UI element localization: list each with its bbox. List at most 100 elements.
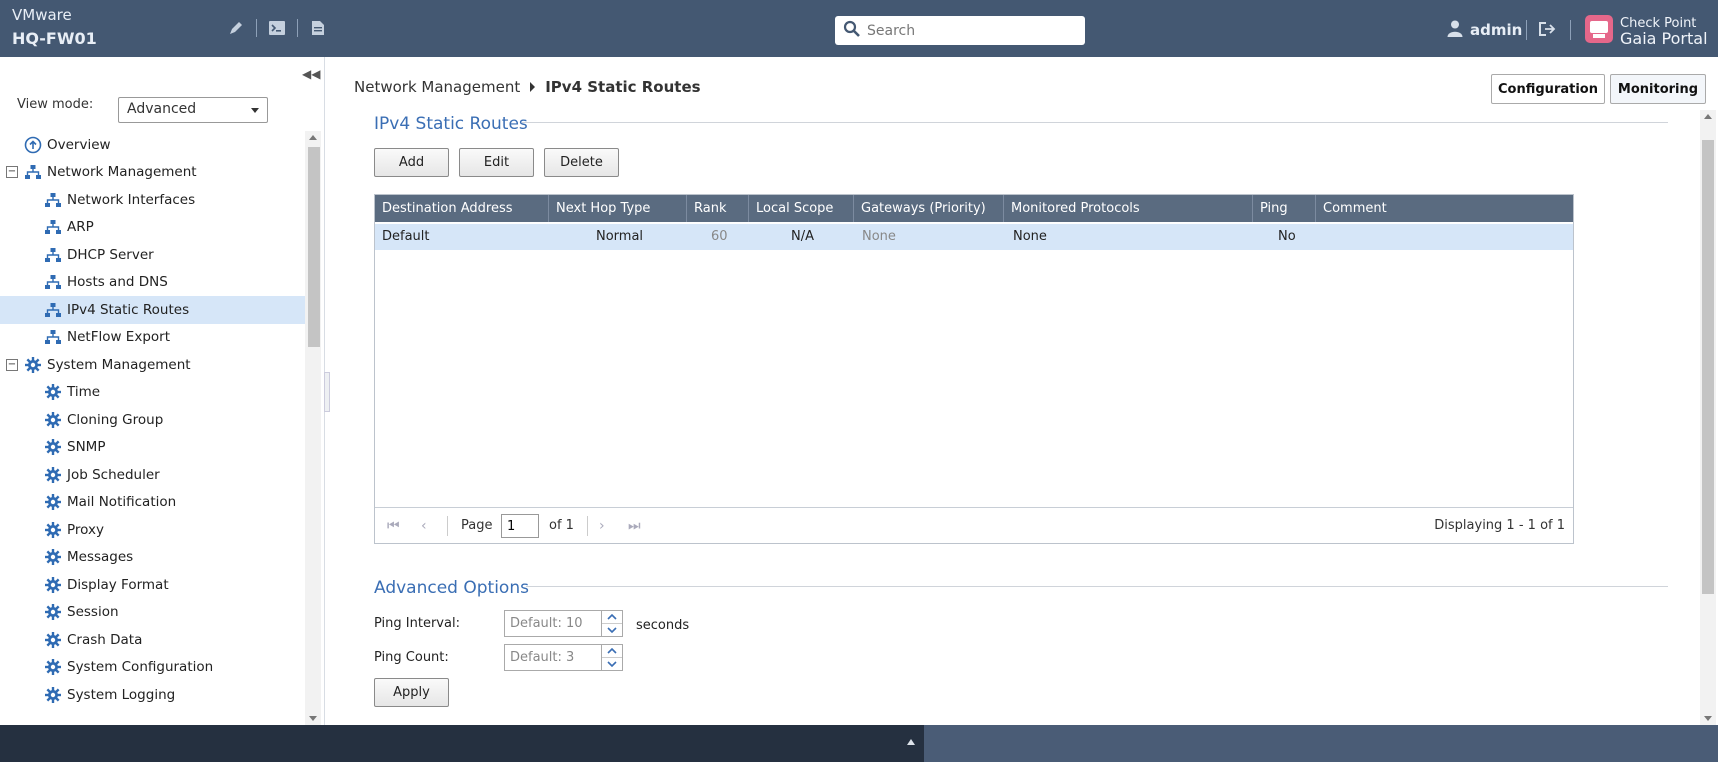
checkpoint-logo: Check Point Gaia Portal xyxy=(1584,14,1708,48)
column-header-next-hop-type[interactable]: Next Hop Type xyxy=(549,195,687,222)
cell-destination: Default xyxy=(382,229,430,244)
sidebar-item-hosts-and-dns[interactable]: Hosts and DNS xyxy=(0,269,305,297)
pencil-icon[interactable] xyxy=(226,18,246,38)
network-icon xyxy=(44,191,62,209)
sidebar-scroll-thumb[interactable] xyxy=(308,147,320,347)
sidebar-splitter[interactable] xyxy=(324,372,330,412)
configuration-button[interactable]: Configuration xyxy=(1491,74,1605,104)
next-page-icon[interactable]: › xyxy=(599,518,605,534)
sidebar-item-ipv4-static-routes[interactable]: IPv4 Static Routes xyxy=(0,296,305,324)
gear-icon xyxy=(44,658,62,676)
cell-monitored-protocols: None xyxy=(1013,229,1047,244)
edit-route-button[interactable]: Edit xyxy=(459,148,534,177)
ping-count-input[interactable] xyxy=(505,645,601,670)
breadcrumb-parent[interactable]: Network Management xyxy=(354,78,520,96)
column-header-monitored-protocols[interactable]: Monitored Protocols xyxy=(1004,195,1253,222)
main-scroll-thumb[interactable] xyxy=(1702,140,1714,594)
column-header-ping[interactable]: Ping xyxy=(1253,195,1316,222)
sidebar-item-dhcp-server[interactable]: DHCP Server xyxy=(0,241,305,269)
checkpoint-logo-text: Check Point Gaia Portal xyxy=(1620,16,1708,47)
sidebar-item-crash-data[interactable]: Crash Data xyxy=(0,626,305,654)
apply-button[interactable]: Apply xyxy=(374,678,449,707)
add-route-button[interactable]: Add xyxy=(374,148,449,177)
gear-icon xyxy=(44,686,62,704)
sidebar-item-display-format[interactable]: Display Format xyxy=(0,571,305,599)
scroll-down-icon[interactable] xyxy=(309,716,317,721)
sidebar-item-overview[interactable]: Overview xyxy=(0,131,305,159)
sidebar-item-label: Cloning Group xyxy=(67,411,164,428)
sidebar-item-label: Overview xyxy=(47,136,111,153)
advanced-options-title: Advanced Options xyxy=(374,578,529,598)
decrement-icon[interactable] xyxy=(602,658,622,670)
sidebar-item-network-management[interactable]: − Network Management xyxy=(0,159,305,187)
collapse-sidebar-icon[interactable]: ◀◀ xyxy=(302,67,320,81)
table-row[interactable]: Default Normal 60 N/A None None No xyxy=(375,224,1573,250)
footer-bar xyxy=(0,725,924,762)
document-icon[interactable] xyxy=(308,18,328,38)
ping-count-stepper[interactable] xyxy=(504,644,623,671)
increment-icon[interactable] xyxy=(602,611,622,624)
sidebar-item-label: SNMP xyxy=(67,439,106,456)
collapse-node-icon[interactable]: − xyxy=(6,358,18,371)
collapse-node-icon[interactable]: − xyxy=(6,166,18,179)
sidebar-item-session[interactable]: Session xyxy=(0,599,305,627)
terminal-icon[interactable] xyxy=(267,18,287,38)
column-header-destination[interactable]: Destination Address xyxy=(375,195,549,222)
chevron-up-icon[interactable] xyxy=(907,739,915,745)
sidebar-item-netflow-export[interactable]: NetFlow Export xyxy=(0,324,305,352)
increment-icon[interactable] xyxy=(602,645,622,658)
scroll-up-icon[interactable] xyxy=(1704,114,1712,119)
pager-divider xyxy=(587,516,588,536)
navigation-tree: Overview − Network Management Network Inter… xyxy=(0,131,305,709)
header-divider xyxy=(1570,20,1571,40)
ping-count-spin-buttons xyxy=(601,645,622,670)
page-number-input[interactable] xyxy=(501,514,539,538)
sidebar-item-label: Time xyxy=(67,384,101,401)
sidebar-item-proxy[interactable]: Proxy xyxy=(0,516,305,544)
sidebar-item-network-interfaces[interactable]: Network Interfaces xyxy=(0,186,305,214)
sidebar-item-cloning-group[interactable]: Cloning Group xyxy=(0,406,305,434)
network-icon xyxy=(44,301,62,319)
ping-interval-input[interactable] xyxy=(505,611,601,636)
main-scrollbar[interactable] xyxy=(1700,110,1716,725)
first-page-icon[interactable]: ⏮ xyxy=(387,518,400,534)
decrement-icon[interactable] xyxy=(602,624,622,636)
sidebar-item-system-management[interactable]: − System Management xyxy=(0,351,305,379)
top-header: VMware HQ-FW01 admin Chec xyxy=(0,0,1718,57)
hostname-label: HQ-FW01 xyxy=(12,29,97,48)
delete-route-button[interactable]: Delete xyxy=(544,148,619,177)
user-menu[interactable]: admin xyxy=(1446,19,1522,41)
previous-page-icon[interactable]: ‹ xyxy=(421,518,427,534)
monitoring-button[interactable]: Monitoring xyxy=(1610,74,1706,104)
scroll-up-icon[interactable] xyxy=(309,135,317,140)
gear-icon xyxy=(44,631,62,649)
sidebar-item-snmp[interactable]: SNMP xyxy=(0,434,305,462)
column-header-rank[interactable]: Rank xyxy=(687,195,749,222)
sidebar-item-label: DHCP Server xyxy=(67,246,154,263)
logout-icon[interactable] xyxy=(1537,20,1557,42)
view-mode-select[interactable]: Advanced xyxy=(118,97,268,123)
sidebar-item-label: Mail Notification xyxy=(67,494,177,511)
sidebar-item-time[interactable]: Time xyxy=(0,379,305,407)
column-header-comment[interactable]: Comment xyxy=(1316,195,1573,222)
sidebar-scrollbar[interactable] xyxy=(305,131,321,725)
sidebar-item-arp[interactable]: ARP xyxy=(0,214,305,242)
search-box[interactable] xyxy=(835,16,1085,45)
last-page-icon[interactable]: ⏭ xyxy=(628,518,641,534)
column-header-gateways[interactable]: Gateways (Priority) xyxy=(854,195,1004,222)
vendor-label: VMware xyxy=(12,6,72,24)
gear-icon xyxy=(44,548,62,566)
ping-interval-stepper[interactable] xyxy=(504,610,623,637)
cell-next-hop-type: Normal xyxy=(596,229,644,244)
sidebar-item-messages[interactable]: Messages xyxy=(0,544,305,572)
column-header-local-scope[interactable]: Local Scope xyxy=(749,195,854,222)
search-input[interactable] xyxy=(867,22,1067,39)
sidebar-item-job-scheduler[interactable]: Job Scheduler xyxy=(0,461,305,489)
sidebar-item-system-configuration[interactable]: System Configuration xyxy=(0,654,305,682)
ping-interval-label: Ping Interval: xyxy=(374,616,460,631)
scroll-down-icon[interactable] xyxy=(1704,716,1712,721)
sidebar-item-label: Crash Data xyxy=(67,631,143,648)
sidebar-item-mail-notification[interactable]: Mail Notification xyxy=(0,489,305,517)
sidebar-item-system-logging[interactable]: System Logging xyxy=(0,681,305,709)
sidebar: ◀◀ View mode: Advanced Overview − Network … xyxy=(0,57,325,725)
